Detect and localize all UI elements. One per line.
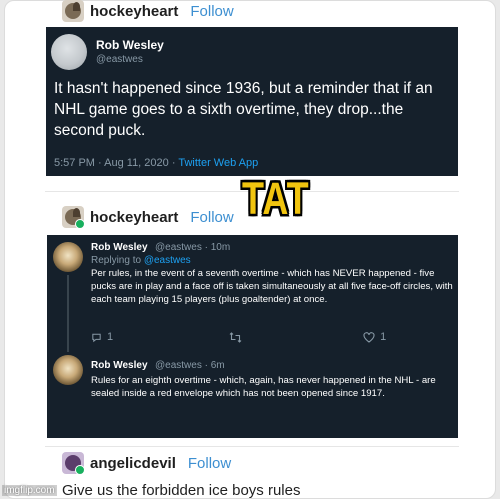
like-count: 1 [380, 331, 387, 343]
username[interactable]: angelicdevil [90, 455, 176, 472]
heart-icon [363, 331, 375, 343]
divider [45, 446, 459, 447]
reply-text: Per rules, in the event of a seventh ove… [91, 268, 453, 305]
tweet-text: It hasn't happened since 1936, but a rem… [54, 80, 433, 139]
imgflip-watermark: imgflip.com [2, 485, 57, 496]
replying-to: Replying to @eastwes [91, 255, 191, 266]
reply-author-name: Rob Wesley [91, 360, 148, 371]
reply-text: Rules for an eighth overtime - which, ag… [91, 375, 436, 399]
reply-action[interactable]: 1 [91, 331, 171, 343]
tweet-author-handle: @eastwes [96, 54, 143, 65]
retweet-icon [229, 331, 242, 343]
profile-avatar [53, 355, 83, 385]
avatar[interactable] [62, 206, 84, 228]
meme-overlay-text: TAT [242, 172, 310, 224]
post-header-3: angelicdevil Follow [62, 452, 231, 474]
username[interactable]: hockeyheart [90, 209, 178, 226]
follow-button[interactable]: Follow [190, 209, 233, 226]
username[interactable]: hockeyheart [90, 3, 178, 20]
reply-author-name: Rob Wesley [91, 242, 148, 253]
thread-line [67, 275, 69, 352]
avatar[interactable] [62, 452, 84, 474]
tweet-timestamp: 5:57 PM · Aug 11, 2020 · Twitter Web App [54, 157, 259, 169]
tweet-client-link: Twitter Web App [178, 157, 259, 169]
follow-button[interactable]: Follow [188, 455, 231, 472]
profile-avatar [53, 242, 83, 272]
reply-author-handle: @eastwes · 6m [155, 360, 225, 371]
profile-avatar [51, 34, 87, 70]
post-header-2: hockeyheart Follow [62, 206, 234, 228]
like-action[interactable]: 1 [363, 331, 444, 343]
tweet-actions: 1 1 [91, 331, 500, 343]
post-caption: Give us the forbidden ice boys rules [62, 482, 301, 499]
reply-count: 1 [107, 331, 114, 343]
tweet-reply-thread: Rob Wesley @eastwes · 10m Replying to @e… [47, 235, 458, 438]
tweet-main: Rob Wesley @eastwes It hasn't happened s… [46, 27, 458, 176]
tweet-author-name: Rob Wesley [96, 38, 164, 52]
retweet-action[interactable] [229, 331, 305, 343]
online-badge-icon [75, 219, 84, 228]
follow-button[interactable]: Follow [190, 3, 233, 20]
post-header-1: hockeyheart Follow [62, 0, 234, 22]
online-badge-icon [75, 465, 84, 474]
reply-icon [92, 333, 101, 342]
reply-author-handle: @eastwes · 10m [155, 242, 231, 253]
replying-to-link: @eastwes [143, 255, 191, 266]
avatar[interactable] [62, 0, 84, 22]
